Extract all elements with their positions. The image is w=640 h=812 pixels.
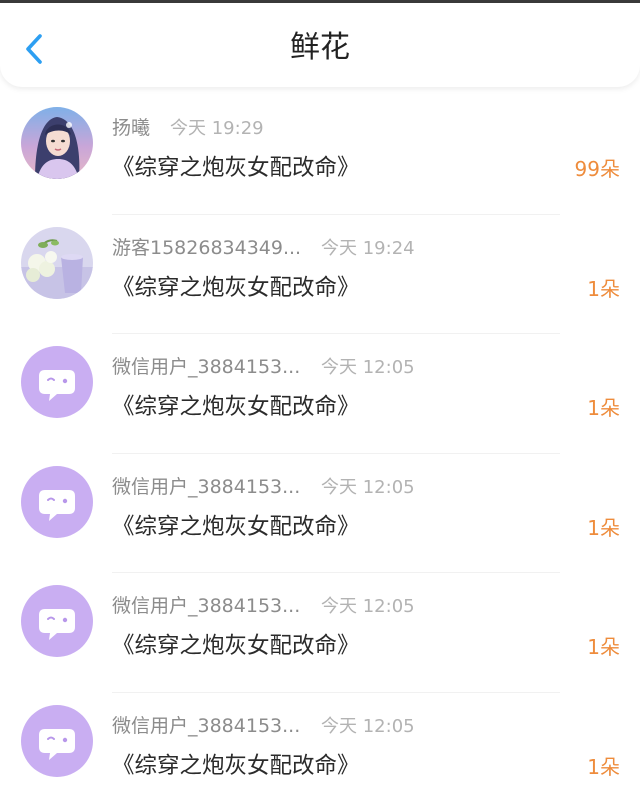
book-title[interactable]: 《综穿之炮灰女配改命》 [112, 389, 360, 421]
user-name[interactable]: 微信用户_3884153... [112, 591, 304, 618]
flower-count: 1朵 [587, 392, 620, 421]
user-name[interactable]: 游客15826834349... [112, 233, 304, 260]
list-item[interactable]: 微信用户_3884153... 今天 12:05 《综穿之炮灰女配改命》 1朵 [0, 334, 640, 454]
character-portrait-avatar [21, 107, 93, 179]
flower-photo-avatar [21, 227, 93, 299]
book-title[interactable]: 《综穿之炮灰女配改命》 [112, 628, 360, 660]
user-name[interactable]: 微信用户_3884153... [112, 472, 304, 499]
back-button[interactable] [18, 31, 54, 67]
page-title: 鲜花 [0, 3, 640, 87]
list-item[interactable]: 微信用户_3884153... 今天 12:05 《综穿之炮灰女配改命》 1朵 [0, 454, 640, 574]
default-chat-bubble-icon [21, 705, 93, 777]
user-name[interactable]: 微信用户_3884153... [112, 352, 304, 379]
default-chat-bubble-icon [21, 466, 93, 538]
timestamp: 今天 19:29 [170, 114, 264, 140]
timestamp: 今天 12:05 [321, 712, 415, 738]
default-chat-bubble-icon [21, 585, 93, 657]
avatar[interactable] [21, 705, 93, 777]
book-title[interactable]: 《综穿之炮灰女配改命》 [112, 748, 360, 780]
avatar[interactable] [21, 585, 93, 657]
flower-gift-list: 扬曦 今天 19:29 《综穿之炮灰女配改命》 99朵 游客1582683434… [0, 95, 640, 812]
list-item[interactable]: 微信用户_3884153... 今天 12:05 《综穿之炮灰女配改命》 1朵 [0, 573, 640, 693]
timestamp: 今天 12:05 [321, 473, 415, 499]
list-item[interactable]: 微信用户_3884153... 今天 12:05 《综穿之炮灰女配改命》 1朵 [0, 693, 640, 812]
header-bar: 鲜花 [0, 3, 640, 87]
timestamp: 今天 12:05 [321, 353, 415, 379]
user-name[interactable]: 微信用户_3884153... [112, 711, 304, 738]
flower-count: 1朵 [587, 631, 620, 660]
book-title[interactable]: 《综穿之炮灰女配改命》 [112, 509, 360, 541]
default-chat-bubble-icon [21, 346, 93, 418]
flower-count: 99朵 [575, 153, 620, 182]
user-name[interactable]: 扬曦 [112, 113, 168, 140]
timestamp: 今天 19:24 [321, 234, 415, 260]
avatar[interactable] [21, 346, 93, 418]
book-title[interactable]: 《综穿之炮灰女配改命》 [112, 270, 360, 302]
avatar[interactable] [21, 466, 93, 538]
timestamp: 今天 12:05 [321, 592, 415, 618]
list-item[interactable]: 游客15826834349... 今天 19:24 《综穿之炮灰女配改命》 1朵 [0, 215, 640, 335]
avatar[interactable] [21, 107, 93, 179]
flower-count: 1朵 [587, 512, 620, 541]
avatar[interactable] [21, 227, 93, 299]
book-title[interactable]: 《综穿之炮灰女配改命》 [112, 150, 360, 182]
list-item[interactable]: 扬曦 今天 19:29 《综穿之炮灰女配改命》 99朵 [0, 95, 640, 215]
flower-count: 1朵 [587, 273, 620, 302]
flower-count: 1朵 [587, 751, 620, 780]
chevron-left-icon [18, 31, 54, 67]
